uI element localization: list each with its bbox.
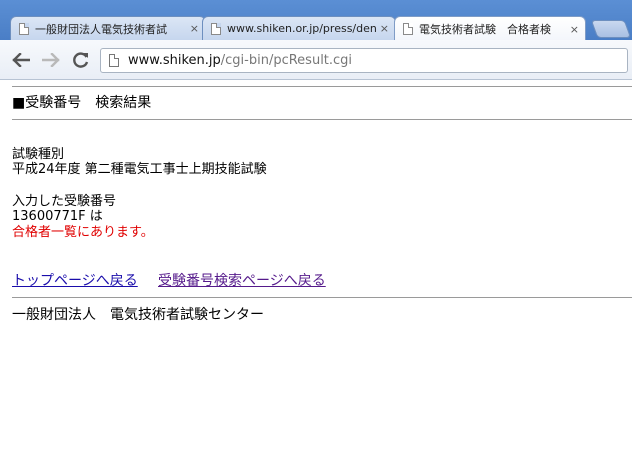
url-host: www.shiken.jp — [128, 53, 221, 68]
page-content: ■受験番号 検索結果 試験種別 平成24年度 第二種電気工事士上期技能試験 入力… — [0, 81, 632, 458]
page-title: ■受験番号 検索結果 — [12, 95, 152, 111]
tab-result[interactable]: 電気技術者試験 合格者検 × — [394, 16, 586, 40]
tab-title: 一般財団法人電気技術者試 — [35, 22, 167, 36]
input-number-label: 入力した受験番号 — [12, 194, 117, 209]
tab-title: www.shiken.or.jp/press/deni — [227, 22, 376, 35]
tab-press[interactable]: www.shiken.or.jp/press/deni × — [202, 16, 396, 40]
tab-title: 電気技術者試験 合格者検 — [419, 23, 551, 36]
browser-toolbar: www.shiken.jp/cgi-bin/pcResult.cgi — [0, 40, 632, 80]
tab-strip: 一般財団法人電気技術者試 × www.shiken.or.jp/press/de… — [0, 0, 632, 40]
input-number-value: 13600771F は — [12, 209, 103, 224]
address-bar[interactable]: www.shiken.jp/cgi-bin/pcResult.cgi — [100, 48, 628, 73]
number-search-link[interactable]: 受験番号検索ページへ戻る — [158, 273, 326, 289]
exam-type-label: 試験種別 — [12, 147, 65, 162]
close-icon[interactable]: × — [380, 23, 389, 34]
heading-divider — [12, 119, 632, 120]
tab-shiken-home[interactable]: 一般財団法人電気技術者試 × — [10, 16, 206, 40]
exam-type-value: 平成24年度 第二種電気工事士上期技能試験 — [12, 162, 267, 177]
top-page-link[interactable]: トップページへ戻る — [12, 273, 138, 289]
footer-org-name: 一般財団法人 電気技術者試験センター — [12, 307, 264, 323]
back-arrow-icon — [12, 53, 30, 67]
page-icon — [109, 54, 119, 67]
close-icon[interactable]: × — [190, 23, 199, 34]
top-divider — [12, 86, 632, 87]
close-icon[interactable]: × — [570, 24, 579, 35]
footer-divider — [12, 297, 632, 298]
forward-button[interactable] — [40, 49, 62, 71]
new-tab-button[interactable] — [590, 20, 632, 38]
page-icon — [403, 23, 413, 35]
page-icon — [19, 22, 29, 35]
back-button[interactable] — [10, 49, 32, 71]
reload-button[interactable] — [70, 49, 92, 71]
reload-icon — [73, 52, 89, 68]
url-path: /cgi-bin/pcResult.cgi — [220, 53, 353, 68]
page-icon — [211, 22, 221, 35]
forward-arrow-icon — [42, 53, 60, 67]
result-message: 合格者一覧にあります。 — [12, 225, 154, 240]
